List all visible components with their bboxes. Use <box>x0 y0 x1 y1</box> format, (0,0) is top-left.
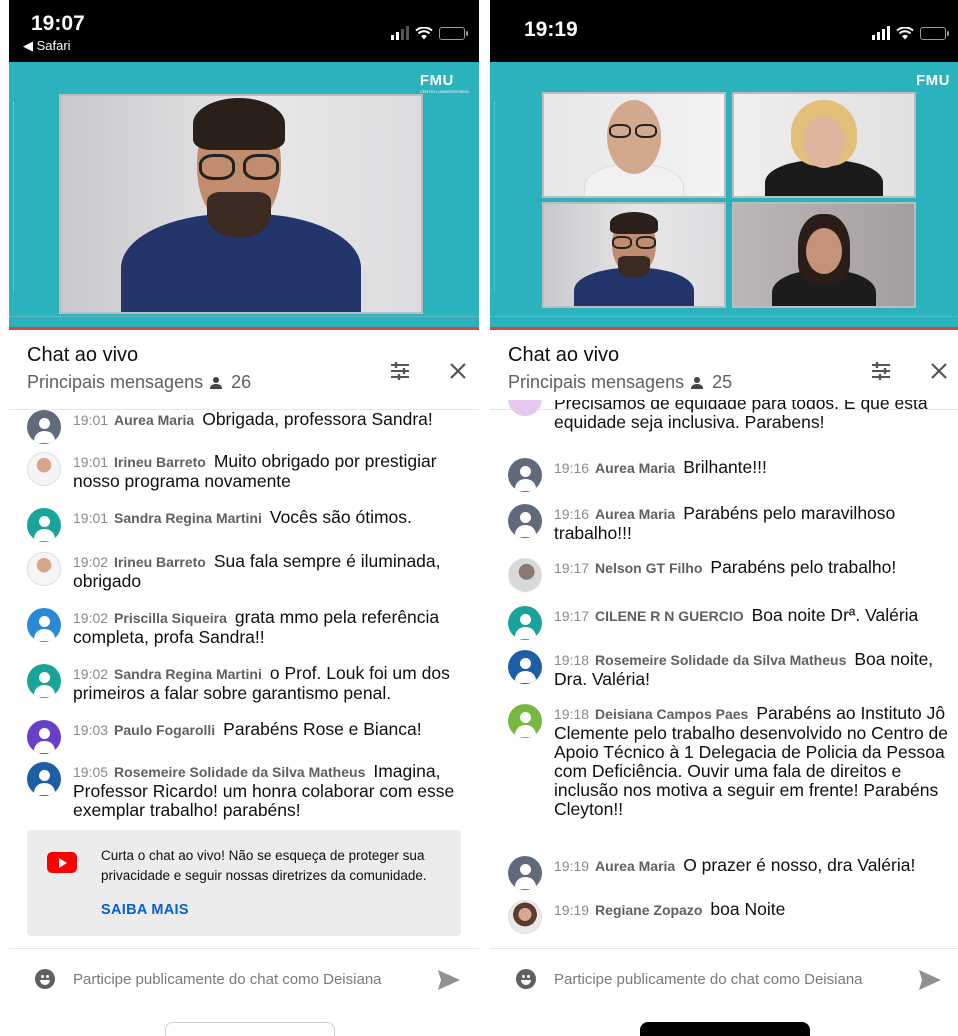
chat-input[interactable]: Participe publicamente do chat como Deis… <box>554 971 863 988</box>
wifi-icon <box>415 26 433 40</box>
video-player[interactable]: FMU <box>490 62 958 330</box>
banner-text: Curta o chat ao vivo! Não se esqueça de … <box>101 848 427 883</box>
user-avatar <box>508 504 542 538</box>
close-chat-icon[interactable] <box>445 358 471 384</box>
user-avatar <box>508 856 542 890</box>
system-indicators <box>872 26 949 40</box>
side-watermark <box>494 102 502 292</box>
chat-message: 19:18 Deisiana Campos Paes Parabéns ao Ins… <box>508 704 950 819</box>
status-time: 19:07 <box>31 12 85 35</box>
chat-settings-sliders-icon[interactable] <box>868 358 894 384</box>
chat-message: 19:16 Aurea Maria Brilhante!!! <box>508 458 950 492</box>
viewer-count: 26 <box>231 372 252 392</box>
chat-guidelines-banner: Curta o chat ao vivo! Não se esqueça de … <box>27 830 461 936</box>
participant-camera-feed <box>732 202 916 308</box>
user-avatar <box>27 410 61 444</box>
user-avatar <box>27 664 61 698</box>
send-icon[interactable] <box>918 969 942 991</box>
viewers-icon <box>691 376 704 389</box>
chat-message: 19:03 Paulo Fogarolli Parabéns Rose e Bian… <box>27 720 469 754</box>
chat-message: 19:16 Aurea Maria Parabéns pelo maravilhos… <box>508 504 950 543</box>
chat-message: 19:05 Rosemeire Solidade da Silva Matheus… <box>27 762 469 820</box>
chat-message-partial: Precisamos de equidade para todos. E que… <box>508 400 950 432</box>
chat-message: 19:02 Sandra Regina Martini o Prof. Louk f… <box>27 664 469 703</box>
speaker-camera-feed <box>59 94 423 314</box>
user-avatar <box>27 720 61 754</box>
user-avatar <box>27 452 61 486</box>
chat-message: 19:02 Priscilla Siqueira grata mmo pela re… <box>27 608 469 647</box>
participant-camera-feed <box>732 92 916 198</box>
user-avatar <box>508 558 542 592</box>
user-avatar <box>27 552 61 586</box>
send-icon[interactable] <box>437 969 461 991</box>
left-phone-screen: 19:07 ◀ Safari FMU CENTRO UNIVERSITÁRIO C… <box>9 0 479 1036</box>
emoji-icon[interactable] <box>516 969 536 989</box>
status-time: 19:19 <box>524 18 578 41</box>
chat-message: 19:18 Rosemeire Solidade da Silva Matheus… <box>508 650 950 689</box>
user-avatar <box>27 608 61 642</box>
chat-title: Chat ao vivo <box>508 344 620 366</box>
user-avatar <box>508 704 542 738</box>
right-phone-screen: 19:19 FMU Chat ao vivo Principais mensag… <box>490 0 958 1036</box>
back-to-safari-link[interactable]: ◀ Safari <box>23 38 71 54</box>
user-avatar <box>27 762 61 796</box>
emoji-icon[interactable] <box>35 969 55 989</box>
home-indicator <box>165 1022 335 1036</box>
youtube-logo-icon <box>47 852 77 873</box>
chat-message: 19:17 Nelson GT Filho Parabéns pelo trabal… <box>508 558 950 592</box>
chat-message: 19:01 Aurea Maria Obrigada, professora San… <box>27 410 469 444</box>
chat-message: 19:01 Sandra Regina Martini Vocês são ótim… <box>27 508 469 542</box>
user-avatar <box>508 900 542 934</box>
chat-input[interactable]: Participe publicamente do chat como Deis… <box>73 971 382 988</box>
viewers-icon <box>210 376 223 389</box>
side-watermark <box>13 102 21 292</box>
status-bar: 19:19 <box>490 0 958 62</box>
signal-icon <box>872 26 890 40</box>
chat-filter-label[interactable]: Principais mensagens 25 <box>508 372 732 393</box>
chat-message: 19:17 CILENE R N GUERCIO Boa noite Drª. Va… <box>508 606 950 640</box>
user-avatar <box>508 400 542 416</box>
chat-message: 19:19 Aurea Maria O prazer é nosso, dra Va… <box>508 856 950 890</box>
close-chat-icon[interactable] <box>926 358 952 384</box>
chat-input-bar: Participe publicamente do chat como Deis… <box>9 948 479 1008</box>
system-indicators <box>391 26 468 40</box>
user-avatar <box>508 650 542 684</box>
chat-settings-sliders-icon[interactable] <box>387 358 413 384</box>
learn-more-link[interactable]: SAIBA MAIS <box>101 902 189 918</box>
chat-input-bar: Participe publicamente do chat como Deis… <box>490 948 958 1008</box>
viewer-count: 25 <box>712 372 733 392</box>
chat-message: 19:19 Regiane Zopazo boa Noite <box>508 900 950 934</box>
chat-message-list[interactable]: Precisamos de equidade para todos. E que… <box>490 400 958 948</box>
chat-header: Chat ao vivo Principais mensagens 25 <box>490 330 958 410</box>
chat-title: Chat ao vivo <box>27 344 139 366</box>
battery-icon <box>920 26 949 40</box>
status-bar: 19:07 ◀ Safari <box>9 0 479 62</box>
participant-camera-feed <box>542 92 726 198</box>
chat-filter-label[interactable]: Principais mensagens 26 <box>27 372 251 393</box>
video-player[interactable]: FMU CENTRO UNIVERSITÁRIO <box>9 62 479 330</box>
user-avatar <box>508 458 542 492</box>
chat-message: 19:02 Irineu Barreto Sua fala sempre é ilu… <box>27 552 469 591</box>
chat-message: 19:01 Irineu Barreto Muito obrigado por pr… <box>27 452 469 491</box>
chat-header: Chat ao vivo Principais mensagens 26 <box>9 330 479 410</box>
brand-logo: FMU <box>916 72 950 89</box>
participant-camera-feed <box>542 202 726 308</box>
brand-logo: FMU CENTRO UNIVERSITÁRIO <box>419 72 469 94</box>
wifi-icon <box>896 26 914 40</box>
signal-icon <box>391 26 409 40</box>
user-avatar <box>27 508 61 542</box>
home-indicator <box>640 1022 810 1036</box>
user-avatar <box>508 606 542 640</box>
battery-icon <box>439 26 468 40</box>
